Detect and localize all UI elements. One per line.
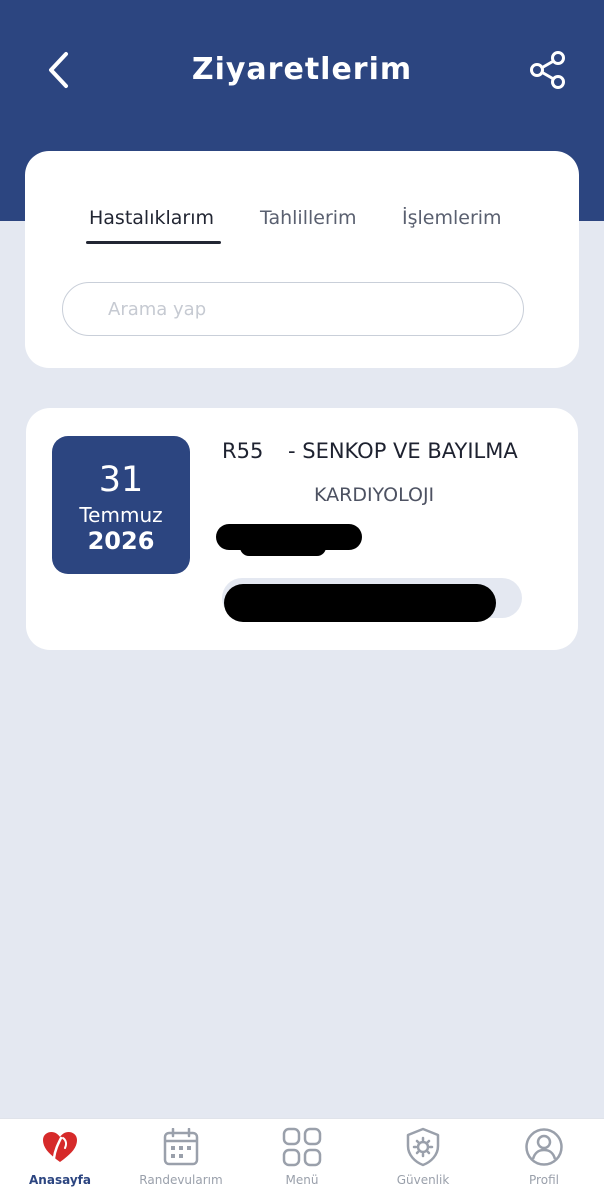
- nav-item-guvenlik[interactable]: Güvenlik: [363, 1119, 483, 1200]
- nav-label-menu: Menü: [285, 1173, 319, 1187]
- nav-item-profil[interactable]: Profil: [484, 1119, 604, 1200]
- nav-label-profil: Profil: [529, 1173, 559, 1187]
- nav-item-menu[interactable]: Menü: [242, 1119, 362, 1200]
- search-input[interactable]: [62, 282, 524, 336]
- grid-icon: [282, 1127, 322, 1167]
- calendar-icon: [161, 1127, 201, 1167]
- tab-tahlillerim[interactable]: Tahlillerim: [260, 207, 357, 229]
- active-tab-indicator: [86, 241, 221, 244]
- diagnosis-code: R55: [222, 439, 264, 463]
- redacted-hospital-name: [224, 584, 496, 622]
- redacted-doctor-name-part: [240, 538, 326, 556]
- page-title: Ziyaretlerim: [191, 52, 413, 87]
- nav-label-guvenlik: Güvenlik: [396, 1173, 450, 1187]
- department-name: KARDIYOLOJI: [314, 484, 435, 506]
- tabs-card: Hastalıklarım Tahlillerim İşlemlerim: [25, 151, 579, 368]
- bottom-navigation: Anasayfa Randevularım Menü Güvenlik Prof…: [0, 1118, 604, 1200]
- nav-label-anasayfa: Anasayfa: [29, 1173, 91, 1187]
- visit-month: Temmuz: [79, 503, 163, 527]
- share-button[interactable]: [524, 46, 572, 94]
- user-icon: [524, 1127, 564, 1167]
- tab-hastaliklarim[interactable]: Hastalıklarım: [89, 207, 214, 229]
- heart-logo-icon: [40, 1127, 80, 1167]
- tab-islemlerim[interactable]: İşlemlerim: [402, 207, 502, 229]
- share-icon: [530, 51, 565, 89]
- nav-item-anasayfa[interactable]: Anasayfa: [0, 1119, 120, 1200]
- nav-label-randevularim: Randevularım: [139, 1173, 223, 1187]
- shield-gear-icon: [403, 1127, 443, 1167]
- visit-day: 31: [98, 460, 144, 500]
- visit-date-badge: 31 Temmuz 2026: [52, 436, 190, 574]
- visit-year: 2026: [87, 527, 155, 555]
- nav-item-randevularim[interactable]: Randevularım: [121, 1119, 241, 1200]
- diagnosis-name: - SENKOP VE BAYILMA: [288, 439, 518, 463]
- visit-card[interactable]: 31 Temmuz 2026 R55 - SENKOP VE BAYILMA K…: [26, 408, 578, 650]
